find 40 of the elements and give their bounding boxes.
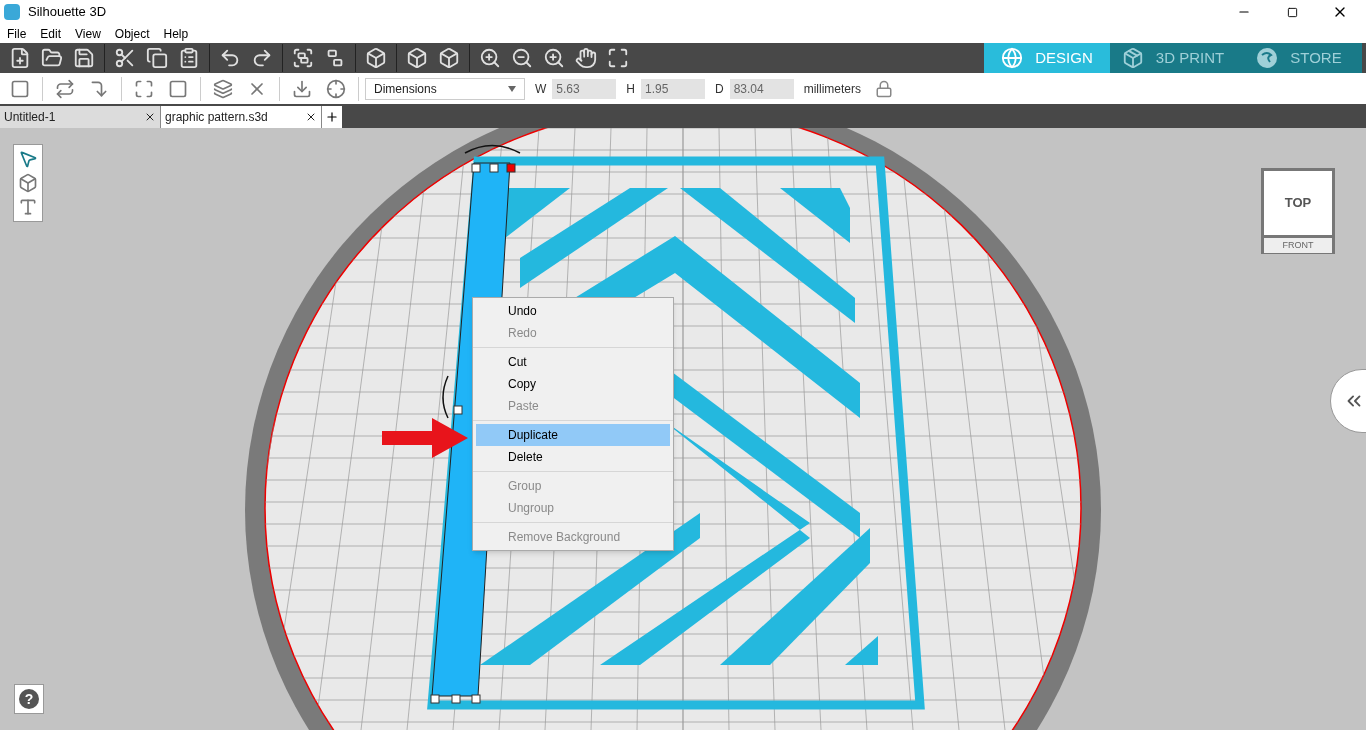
view-cube[interactable]: TOP FRONT (1261, 168, 1335, 254)
app-logo-icon (4, 4, 20, 20)
menu-item[interactable]: View (75, 25, 101, 43)
cube-icon[interactable] (18, 173, 38, 193)
context-menu-item[interactable]: Duplicate (476, 424, 670, 446)
close-tab-icon[interactable] (305, 111, 317, 123)
pointer-icon[interactable] (18, 149, 38, 169)
dimension-label: D (715, 80, 724, 98)
menu-item[interactable]: File (7, 25, 27, 43)
dropdown-arrow-icon (508, 85, 516, 92)
view-cube-front[interactable]: FRONT (1261, 238, 1335, 254)
view-cube-top[interactable]: TOP (1261, 168, 1335, 238)
store-logo-icon (1256, 47, 1279, 69)
dimension-label: H (626, 80, 635, 98)
add-tab-button[interactable] (322, 106, 342, 128)
menu-item[interactable]: Edit (40, 25, 62, 43)
pointing-arrow-icon (382, 418, 468, 458)
text-tool-icon[interactable] (18, 197, 38, 217)
dimension-field[interactable]: 1.95 (641, 78, 705, 99)
context-menu-item[interactable]: Cut (476, 351, 670, 373)
window-title: Silhouette 3D (28, 3, 107, 22)
globe-icon (1001, 47, 1024, 69)
context-menu-item[interactable]: Undo (476, 300, 670, 322)
box-icon (1121, 47, 1144, 69)
context-menu-item[interactable]: Copy (476, 373, 670, 395)
context-menu-item[interactable]: Delete (476, 446, 670, 468)
help-button[interactable]: ? (14, 684, 44, 714)
dimension-field[interactable]: 83.04 (729, 78, 794, 99)
close-tab-icon[interactable] (144, 111, 156, 123)
menu-item[interactable]: Object (114, 25, 150, 43)
menu-item[interactable]: Help (163, 25, 189, 43)
dimension-field[interactable]: 5.63 (552, 78, 617, 99)
restore-icon (1286, 6, 1298, 18)
dimension-label: W (535, 80, 547, 98)
plus-icon (325, 110, 339, 124)
lock-icon[interactable] (875, 79, 893, 98)
document-tab[interactable]: graphic pattern.s3d (161, 106, 322, 128)
unit-label: millimeters (803, 80, 861, 98)
dimensions-dropdown[interactable]: Dimensions (365, 77, 525, 100)
document-tab[interactable]: Untitled-1 (0, 106, 161, 128)
